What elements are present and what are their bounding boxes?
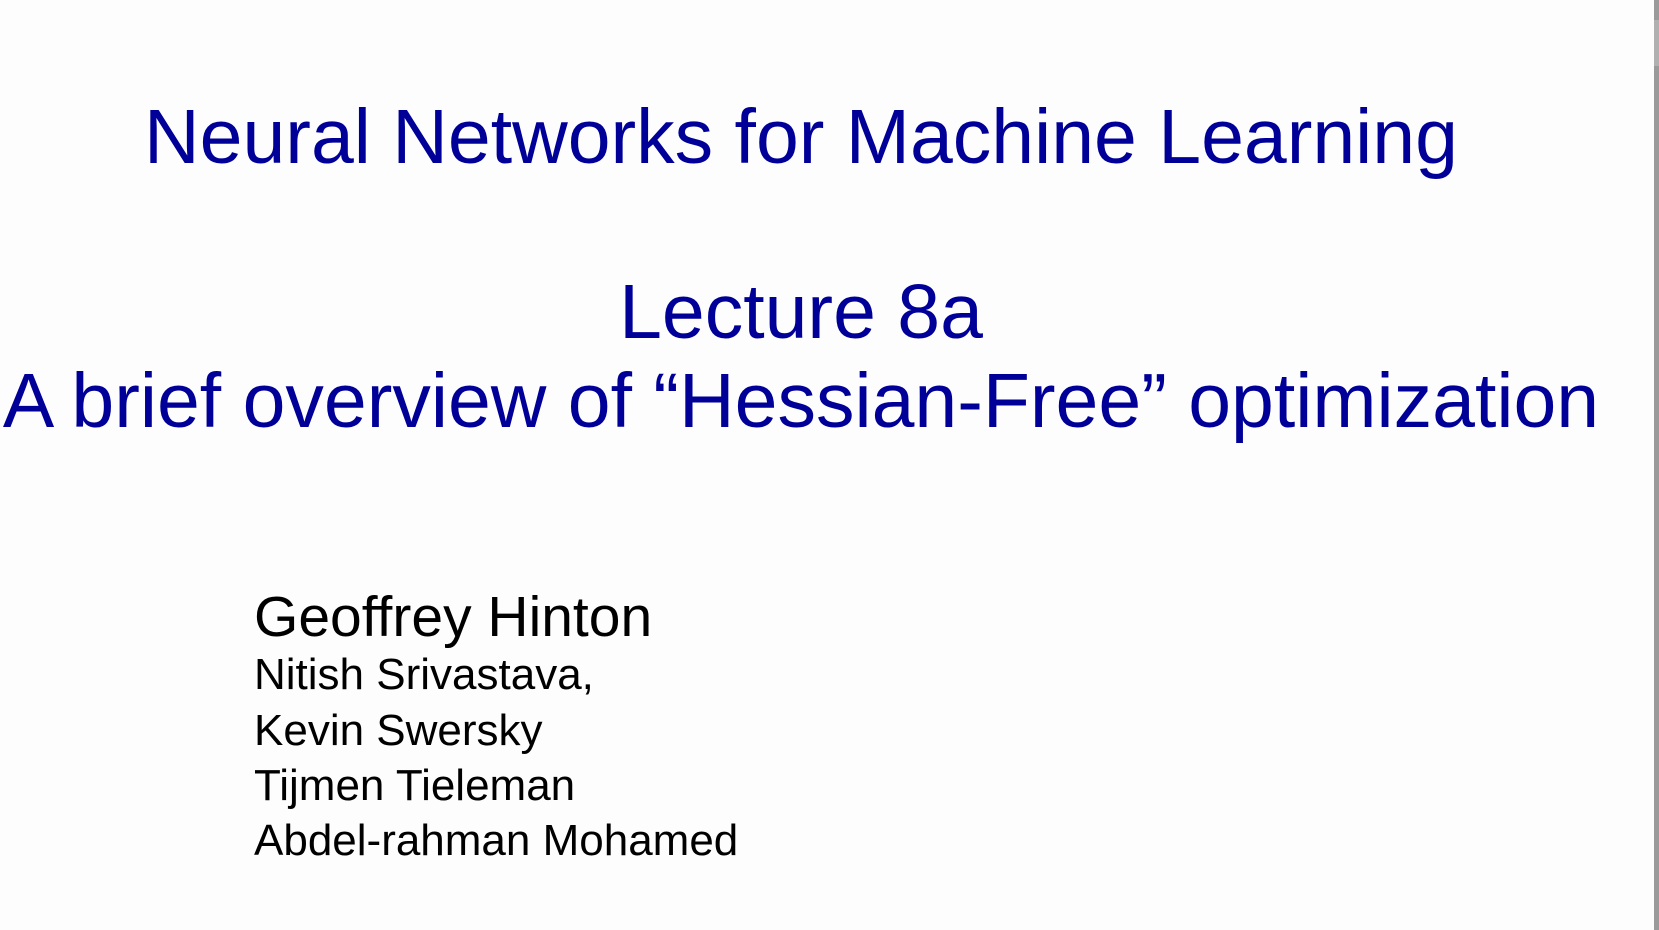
lecture-number: Lecture 8a: [619, 269, 983, 355]
course-title: Neural Networks for Machine Learning: [144, 94, 1458, 180]
coauthor: Kevin Swersky: [254, 706, 543, 755]
coauthor: Tijmen Tieleman: [254, 761, 576, 810]
coauthor: Abdel-rahman Mohamed: [254, 816, 739, 865]
scrollbar-thumb[interactable]: [1654, 20, 1659, 66]
coauthor: Nitish Srivastava,: [254, 650, 594, 699]
main-author: Geoffrey Hinton: [254, 585, 653, 649]
lecture-subtitle: A brief overview of “Hessian-Free” optim…: [2, 358, 1600, 444]
vertical-scrollbar[interactable]: [1654, 0, 1659, 930]
